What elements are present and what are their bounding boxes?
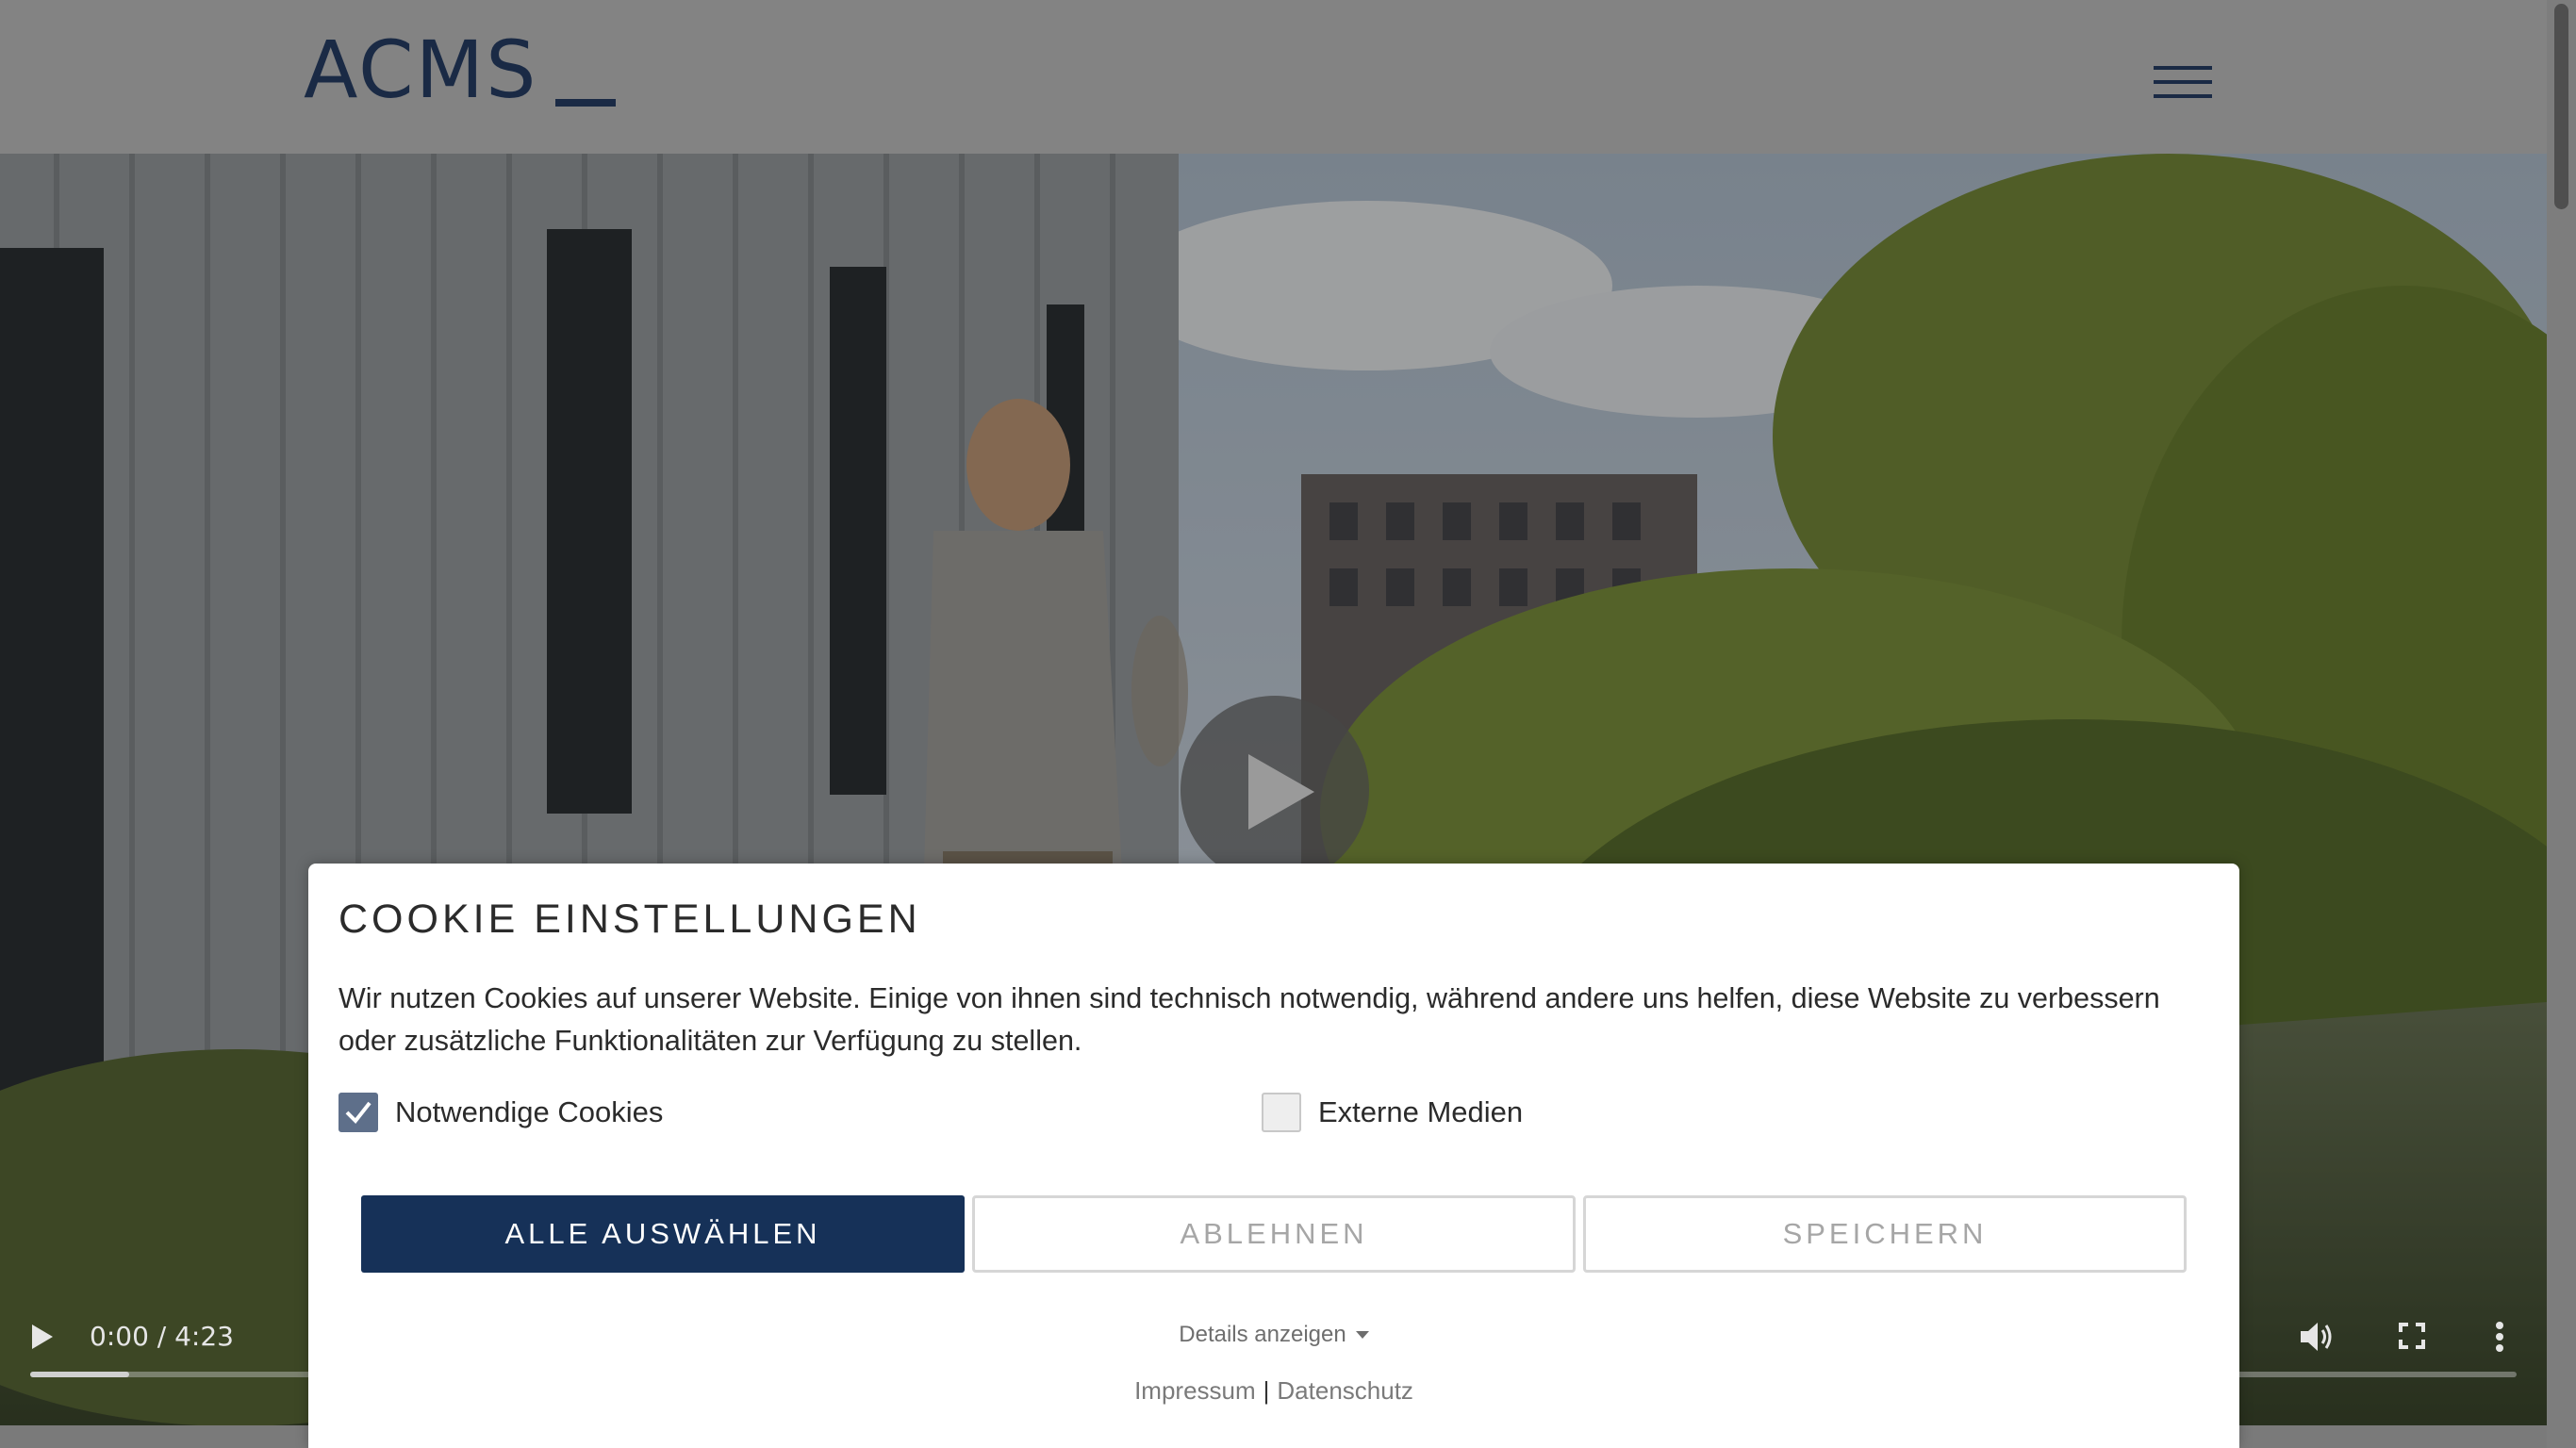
details-toggle[interactable]: Details anzeigen bbox=[308, 1322, 2239, 1348]
necessary-cookies-checkbox[interactable] bbox=[339, 1093, 378, 1132]
link-separator: | bbox=[1263, 1376, 1270, 1405]
caret-down-icon bbox=[1355, 1331, 1369, 1339]
external-media-label: Externe Medien bbox=[1318, 1095, 1524, 1128]
video-progress-fill bbox=[30, 1372, 130, 1377]
video-time: 0:00 / 4:23 bbox=[90, 1321, 234, 1352]
necessary-cookies-option[interactable]: Notwendige Cookies bbox=[339, 1092, 663, 1133]
necessary-cookies-label: Notwendige Cookies bbox=[395, 1095, 664, 1128]
privacy-link[interactable]: Datenschutz bbox=[1277, 1376, 1413, 1406]
cookie-dialog-title: COOKIE EINSTELLUNGEN bbox=[339, 897, 921, 942]
external-media-checkbox[interactable] bbox=[1262, 1093, 1301, 1132]
more-vertical-icon[interactable] bbox=[2495, 1321, 2504, 1353]
decline-button[interactable]: ABLEHNEN bbox=[972, 1195, 1576, 1273]
cookie-settings-dialog: COOKIE EINSTELLUNGEN Wir nutzen Cookies … bbox=[308, 864, 2239, 1448]
imprint-link[interactable]: Impressum bbox=[1134, 1376, 1256, 1406]
scrollbar[interactable] bbox=[2547, 0, 2576, 1448]
volume-icon[interactable] bbox=[2301, 1321, 2335, 1353]
site-header: ACMS bbox=[0, 0, 2547, 154]
save-button[interactable]: SPEICHERN bbox=[1583, 1195, 2187, 1273]
checkmark-icon bbox=[345, 1101, 372, 1125]
hamburger-menu-icon[interactable] bbox=[2154, 66, 2212, 98]
details-label: Details anzeigen bbox=[1179, 1322, 1346, 1347]
footer-links: Impressum | Datenschutz bbox=[308, 1376, 2239, 1406]
external-media-option[interactable]: Externe Medien bbox=[1262, 1092, 1523, 1133]
select-all-button[interactable]: ALLE AUSWÄHLEN bbox=[361, 1195, 965, 1273]
fullscreen-icon[interactable] bbox=[2399, 1323, 2425, 1349]
play-icon[interactable] bbox=[32, 1325, 53, 1349]
play-circle-icon[interactable] bbox=[1181, 696, 1369, 884]
cookie-description: Wir nutzen Cookies auf unserer Website. … bbox=[339, 982, 2160, 1057]
scrollbar-thumb[interactable] bbox=[2554, 4, 2568, 209]
logo-underscore bbox=[555, 99, 616, 107]
logo-text: ACMS bbox=[304, 24, 538, 116]
